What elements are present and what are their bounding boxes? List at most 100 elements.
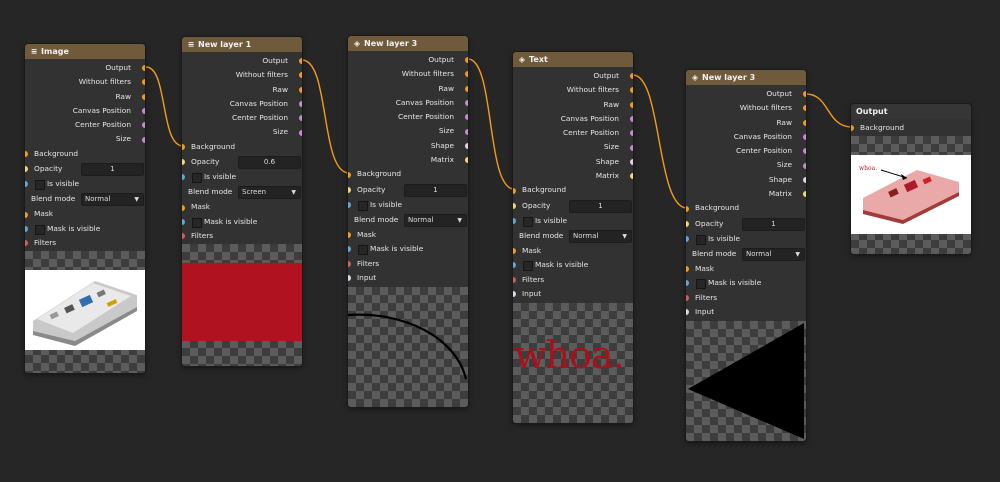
output-port-row[interactable]: Without filters (182, 68, 302, 82)
output-port-row[interactable]: Without filters (686, 101, 806, 115)
node-header[interactable]: Output (851, 104, 971, 119)
node-header[interactable]: ◈ New layer 3 (686, 70, 806, 85)
is-visible-row[interactable]: Is visible (513, 214, 633, 228)
is-visible-checkbox[interactable] (358, 200, 368, 211)
mask-visible-checkbox[interactable] (696, 279, 706, 290)
filters-input[interactable]: Filters (513, 273, 633, 287)
is-visible-row[interactable]: Is visible (182, 170, 302, 184)
mask-input[interactable]: Mask (25, 207, 145, 221)
node-new-layer-3[interactable]: ◈ New layer 3 Output Without filters Raw… (348, 36, 468, 407)
is-visible-row[interactable]: Is visible (25, 177, 145, 191)
port-dot-icon[interactable] (465, 114, 468, 121)
port-dot-icon[interactable] (299, 58, 302, 65)
blend-mode-row[interactable]: Blend mode Normal ▼ (348, 212, 468, 228)
output-port-row[interactable]: Center Position (686, 144, 806, 158)
output-port-row[interactable]: Without filters (513, 83, 633, 97)
filters-input[interactable]: Filters (25, 236, 145, 250)
output-port-row[interactable]: Shape (513, 155, 633, 169)
port-dot-icon[interactable] (630, 73, 633, 80)
output-port-row[interactable]: Raw (686, 116, 806, 130)
is-visible-row[interactable]: Is visible (686, 232, 806, 246)
mask-visible-checkbox[interactable] (35, 224, 45, 235)
port-dot-icon[interactable] (630, 144, 633, 151)
port-dot-icon[interactable] (465, 100, 468, 107)
output-port-row[interactable]: Size (348, 124, 468, 138)
port-dot-icon[interactable] (299, 101, 302, 108)
port-dot-icon[interactable] (182, 143, 185, 150)
port-dot-icon[interactable] (803, 105, 806, 112)
mask-visible-row[interactable]: Mask is visible (182, 215, 302, 229)
port-dot-icon[interactable] (513, 291, 516, 297)
node-header[interactable]: ≡ New layer 1 (182, 37, 302, 52)
port-dot-icon[interactable] (142, 108, 145, 115)
port-dot-icon[interactable] (25, 240, 28, 247)
port-dot-icon[interactable] (182, 233, 185, 240)
opacity-input[interactable]: 1 (569, 199, 632, 213)
opacity-input[interactable]: 1 (81, 163, 144, 177)
node-image[interactable]: ≡ Image Output Without filters Raw Canva… (25, 44, 145, 373)
port-dot-icon[interactable] (182, 204, 185, 211)
blend-mode-row[interactable]: Blend mode Normal ▼ (513, 228, 633, 244)
opacity-input[interactable]: 0.6 (238, 156, 301, 170)
port-dot-icon[interactable] (25, 166, 28, 173)
port-dot-icon[interactable] (630, 87, 633, 94)
mask-visible-checkbox[interactable] (358, 245, 368, 256)
output-port-row[interactable]: Output (513, 69, 633, 83)
output-port-row[interactable]: Canvas Position (513, 112, 633, 126)
output-port-row[interactable]: Output (686, 87, 806, 101)
port-dot-icon[interactable] (25, 211, 28, 218)
output-port-row[interactable]: Output (25, 61, 145, 75)
port-dot-icon[interactable] (513, 202, 516, 209)
is-visible-checkbox[interactable] (35, 180, 45, 191)
output-port-row[interactable]: Matrix (686, 187, 806, 201)
mask-visible-row[interactable]: Mask is visible (686, 276, 806, 290)
port-dot-icon[interactable] (25, 225, 28, 232)
opacity-row[interactable]: Opacity 1 (348, 182, 468, 198)
shape-input[interactable]: Input (686, 305, 806, 319)
blend-mode-select[interactable]: Normal ▼ (81, 193, 144, 207)
is-visible-row[interactable]: Is visible (348, 198, 468, 212)
output-port-row[interactable]: Raw (25, 90, 145, 104)
port-dot-icon[interactable] (465, 142, 468, 149)
port-dot-icon[interactable] (686, 235, 689, 242)
node-output[interactable]: Output Background whoa. (851, 104, 971, 254)
opacity-input[interactable]: 1 (742, 217, 805, 231)
output-port-row[interactable]: Center Position (25, 118, 145, 132)
shape-input[interactable]: Input (513, 287, 633, 301)
background-input[interactable]: Background (25, 147, 145, 161)
mask-visible-row[interactable]: Mask is visible (513, 258, 633, 272)
blend-mode-select[interactable]: Normal ▼ (404, 213, 467, 227)
blend-mode-row[interactable]: Blend mode Normal ▼ (686, 246, 806, 262)
blend-mode-select[interactable]: Screen ▼ (238, 186, 301, 200)
port-dot-icon[interactable] (686, 309, 689, 315)
output-port-row[interactable]: Canvas Position (348, 96, 468, 110)
port-dot-icon[interactable] (142, 65, 145, 72)
port-dot-icon[interactable] (851, 125, 854, 132)
port-dot-icon[interactable] (348, 232, 351, 239)
port-dot-icon[interactable] (686, 205, 689, 212)
output-port-row[interactable]: Size (513, 140, 633, 154)
port-dot-icon[interactable] (25, 181, 28, 188)
output-port-row[interactable]: Size (686, 158, 806, 172)
port-dot-icon[interactable] (803, 148, 806, 155)
output-port-row[interactable]: Raw (348, 82, 468, 96)
node-new-layer-1[interactable]: ≡ New layer 1 Output Without filters Raw… (182, 37, 302, 366)
port-dot-icon[interactable] (182, 159, 185, 166)
port-dot-icon[interactable] (686, 294, 689, 301)
port-dot-icon[interactable] (465, 57, 468, 64)
port-dot-icon[interactable] (803, 119, 806, 126)
port-dot-icon[interactable] (630, 130, 633, 137)
output-port-row[interactable]: Matrix (348, 153, 468, 167)
port-dot-icon[interactable] (348, 201, 351, 208)
background-input[interactable]: Background (513, 183, 633, 197)
background-input[interactable]: Background (851, 121, 971, 135)
mask-visible-checkbox[interactable] (192, 217, 202, 228)
is-visible-checkbox[interactable] (523, 216, 533, 227)
output-port-row[interactable]: Canvas Position (182, 97, 302, 111)
port-dot-icon[interactable] (142, 122, 145, 129)
opacity-row[interactable]: Opacity 1 (686, 216, 806, 232)
port-dot-icon[interactable] (25, 150, 28, 157)
port-dot-icon[interactable] (686, 280, 689, 287)
background-input[interactable]: Background (686, 201, 806, 215)
opacity-input[interactable]: 1 (404, 183, 467, 197)
